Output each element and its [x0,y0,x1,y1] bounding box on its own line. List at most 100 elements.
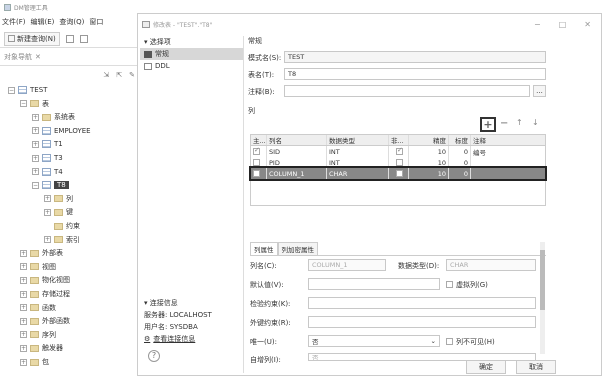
maximize-icon[interactable]: □ [559,20,567,29]
name-cell: PID [267,157,327,168]
notnull-checkbox[interactable] [396,159,403,166]
scrollbar-thumb[interactable] [540,250,545,310]
comment-input[interactable] [284,85,530,97]
save-all-icon[interactable] [79,34,88,43]
options-header-label: 选择项 [149,38,171,46]
tree-item[interactable]: − 表 [20,98,49,110]
expand-toggle-icon[interactable]: + [32,168,39,176]
expand-toggle-icon[interactable]: + [32,113,39,121]
default-input[interactable] [308,278,440,290]
remove-column-button[interactable]: − [500,118,508,129]
tree-item[interactable]: + 包 [20,356,49,368]
invisible-checkbox[interactable] [446,338,453,345]
close-icon[interactable]: ✕ [35,53,41,61]
tab-column-properties[interactable]: 列属性 [250,242,278,255]
colname-field: COLUMN_1 [308,259,386,271]
close-dialog-icon[interactable]: ✕ [584,20,591,29]
menu-query[interactable]: 查询(Q) [59,17,84,27]
menu-file[interactable]: 文件(F) [2,17,26,27]
scrollbar[interactable] [540,242,545,354]
tree-item[interactable]: 约束 [44,220,80,232]
pk-checkbox[interactable] [253,159,260,166]
tree-item[interactable]: + 触发器 [20,342,63,354]
column-row[interactable]: PID INT 10 0 [251,157,545,168]
edit-icon[interactable]: ✎ [129,71,135,79]
unique-select[interactable]: 否 ⌄ [308,335,440,347]
minimize-icon[interactable]: − [534,20,541,29]
table-name-input[interactable]: T8 [284,68,546,80]
expand-toggle-icon[interactable]: − [32,181,39,189]
expand-toggle-icon[interactable]: − [20,100,27,108]
tree-item[interactable]: + 序列 [20,329,56,341]
expand-toggle-icon[interactable]: + [20,317,27,325]
pk-checkbox[interactable] [253,170,260,177]
column-row[interactable]: SIDINT 100编号 [251,146,545,157]
tree-item[interactable]: + 外部函数 [20,315,70,327]
expand-toggle-icon[interactable]: + [20,276,27,284]
expand-toggle-icon[interactable]: + [32,127,39,135]
tree-item[interactable]: + 视图 [20,261,56,273]
menu-window[interactable]: 窗口 [89,17,103,27]
expand-toggle-icon[interactable]: + [20,263,27,271]
autoinc-label: 自增列(I): [250,356,281,364]
move-up-button[interactable]: ↑ [516,118,523,127]
expand-toggle-icon[interactable]: + [32,154,39,162]
tree-item[interactable]: + T3 [32,152,63,164]
tree-item[interactable]: + T4 [32,166,63,178]
notnull-checkbox[interactable] [396,170,403,177]
column-row[interactable]: COLUMN_1 CHAR 10 0 [249,166,547,181]
new-query-button[interactable]: 新建查询(N) [4,31,60,46]
expand-toggle-icon[interactable]: + [32,140,39,148]
folder-icon [30,304,39,312]
view-conn-link[interactable]: ⚙ 查看连接信息 [140,333,243,345]
tree-item[interactable]: + 函数 [20,302,56,314]
expand-toggle-icon[interactable]: + [44,208,51,216]
expand-toggle-icon[interactable]: + [20,358,27,366]
add-column-button[interactable]: + [480,117,496,132]
folder-icon [30,290,39,298]
tree-item[interactable]: − T8 [32,179,69,191]
save-icon[interactable] [65,34,74,43]
expand-toggle-icon[interactable]: + [20,304,27,312]
tree-item[interactable]: + 外部表 [20,247,63,259]
tree-item[interactable]: + 存储过程 [20,288,70,300]
virtual-checkbox[interactable] [446,281,453,288]
col-header-comment: 注释 [473,137,486,145]
menu-edit[interactable]: 编辑(E) [31,17,55,27]
tree-item[interactable]: − TEST [8,84,47,96]
expand-toggle-icon[interactable]: + [44,236,51,244]
expand-toggle-icon[interactable]: + [44,195,51,203]
expand-toggle-icon[interactable]: + [20,290,27,298]
move-down-button[interactable]: ↓ [532,118,539,127]
option-ddl[interactable]: DDL [140,60,243,72]
tree-item[interactable]: + EMPLOYEE [32,125,91,137]
expand-toggle-icon[interactable]: + [20,249,27,257]
help-icon[interactable]: ? [148,350,160,362]
tree-item[interactable]: + 索引 [44,234,80,246]
name-cell: COLUMN_1 [267,168,327,179]
collapse-icon[interactable]: ⇲ [103,71,109,79]
table-icon [142,20,150,28]
comment-more-button[interactable]: ... [533,85,546,97]
expand-toggle-icon[interactable]: + [20,344,27,352]
expand-toggle-icon[interactable]: + [20,331,27,339]
filter-icon[interactable]: ⇱ [116,71,122,79]
scale-cell: 0 [449,146,471,157]
option-general[interactable]: 常规 [140,48,243,60]
check-input[interactable] [308,297,536,309]
notnull-checkbox[interactable] [396,146,403,155]
tab-column-encryption[interactable]: 列加密属性 [277,242,318,255]
tree-item[interactable]: + 键 [44,206,73,218]
fk-input[interactable] [308,316,536,328]
tree-item[interactable]: + T1 [32,138,63,150]
expand-toggle-icon[interactable]: − [8,86,15,94]
tree-item[interactable]: + 列 [44,193,73,205]
pk-checkbox[interactable] [253,146,260,155]
menubar: 文件(F) 编辑(E) 查询(Q) 窗口 [0,14,140,30]
ok-button[interactable]: 确定 [466,360,506,374]
tree-item[interactable]: + 系统表 [32,111,75,123]
tree-item[interactable]: + 物化视图 [20,274,70,286]
tree-item-label: T8 [54,181,69,190]
cancel-button[interactable]: 取消 [516,360,556,374]
scale-cell: 0 [449,168,471,179]
